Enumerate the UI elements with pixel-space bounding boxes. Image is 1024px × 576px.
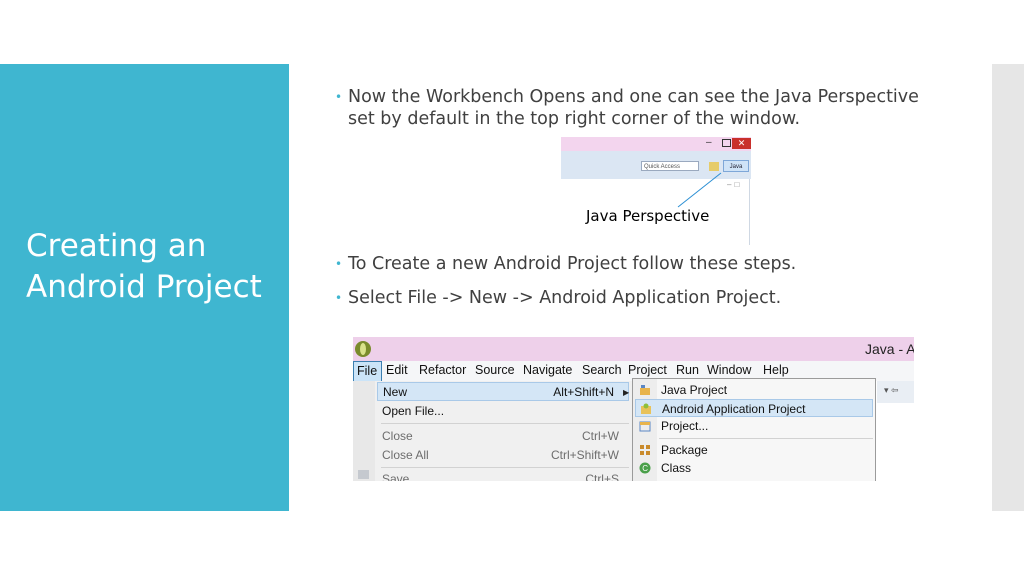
- bullet-dot-icon: •: [335, 90, 343, 104]
- menu-item-close: Close Ctrl+W: [377, 427, 629, 446]
- menu-navigate: Navigate: [523, 363, 573, 377]
- menu-run: Run: [676, 363, 699, 377]
- menu-item-shortcut: Ctrl+W: [582, 429, 619, 443]
- bullet-dot-icon: •: [335, 257, 343, 271]
- menu-separator: [381, 467, 629, 468]
- class-icon: C: [639, 462, 651, 474]
- menu-item-shortcut: Ctrl+S: [585, 472, 619, 481]
- save-icon: [358, 470, 369, 479]
- menu-separator: [381, 423, 629, 424]
- file-menu-dropdown: New Alt+Shift+N Open File... Close Ctrl+…: [353, 381, 634, 481]
- submenu-item-java-project: Java Project: [635, 381, 873, 399]
- menu-item-label: Open File...: [382, 404, 445, 418]
- menu-search: Search: [582, 363, 622, 377]
- caption-pointer-line: [677, 172, 722, 208]
- submenu-arrow-icon: ▶: [623, 388, 630, 397]
- menu-item-shortcut: Ctrl+Shift+W: [550, 448, 619, 462]
- menu-window: Window: [707, 363, 752, 377]
- package-icon: [640, 445, 650, 455]
- bullet-create-project: • To Create a new Android Project follow…: [335, 253, 928, 275]
- eclipse-icon: [355, 341, 371, 357]
- menu-item-label: New: [383, 385, 408, 399]
- menu-icon-gutter: [353, 381, 375, 481]
- submenu-item-label: Class: [661, 461, 692, 475]
- window-titlebar: [353, 337, 914, 361]
- java-perspective-screenshot: – ✕ Quick Access Java –□: [561, 137, 751, 245]
- bullet-text: Now the Workbench Opens and one can see …: [348, 87, 919, 129]
- eclipse-menu-screenshot: Java - A File Edit Refactor Source Navig…: [353, 337, 914, 481]
- menu-source: Source: [475, 363, 515, 377]
- java-perspective-caption: Java Perspective: [586, 207, 710, 225]
- slide-title: Creating an Android Project: [26, 228, 262, 305]
- project-icon: [639, 421, 651, 432]
- android-project-icon: [641, 403, 651, 414]
- submenu-item-label: Package: [661, 443, 708, 457]
- submenu-separator: [659, 438, 873, 439]
- menu-item-open-file: Open File...: [377, 402, 629, 421]
- menu-item-label: Close All: [382, 448, 429, 462]
- window-title: Java - A: [865, 341, 914, 357]
- submenu-item-label: Java Project: [661, 383, 728, 397]
- menu-item-label: Close: [382, 429, 413, 443]
- menu-edit: Edit: [386, 363, 408, 377]
- bullet-workbench: • Now the Workbench Opens and one can se…: [335, 86, 928, 130]
- submenu-item-package: Package: [635, 441, 873, 459]
- submenu-item-label: Android Application Project: [662, 402, 806, 416]
- menu-item-shortcut: Alt+Shift+N: [553, 385, 614, 399]
- menu-refactor: Refactor: [419, 363, 467, 377]
- java-project-icon: [640, 385, 650, 395]
- menu-item-close-all: Close All Ctrl+Shift+W: [377, 446, 629, 465]
- submenu-item-android-application-project: Android Application Project: [635, 399, 873, 417]
- toolbar-dropdown-icon: ▾ ⇦: [884, 385, 899, 395]
- svg-text:C: C: [642, 464, 648, 473]
- menu-item-save: Save Ctrl+S: [377, 470, 629, 481]
- new-submenu: Java Project Android Application Project…: [632, 378, 876, 481]
- bullet-text: To Create a new Android Project follow t…: [348, 254, 797, 274]
- menu-file: File: [353, 361, 383, 383]
- menu-help: Help: [763, 363, 789, 377]
- submenu-item-label: Project...: [661, 419, 709, 433]
- bullet-text: Select File -> New -> Android Applicatio…: [348, 288, 782, 308]
- submenu-item-class: C Class: [635, 459, 873, 477]
- bullet-select-file: • Select File -> New -> Android Applicat…: [335, 287, 928, 309]
- menu-item-label: Save: [382, 472, 410, 481]
- menu-project: Project: [628, 363, 667, 377]
- bullet-dot-icon: •: [335, 291, 343, 305]
- menu-item-new: New Alt+Shift+N: [377, 382, 629, 401]
- right-side-strip: [992, 64, 1024, 511]
- background-toolbar: ▾ ⇦: [877, 381, 914, 403]
- submenu-item-project: Project...: [635, 417, 873, 435]
